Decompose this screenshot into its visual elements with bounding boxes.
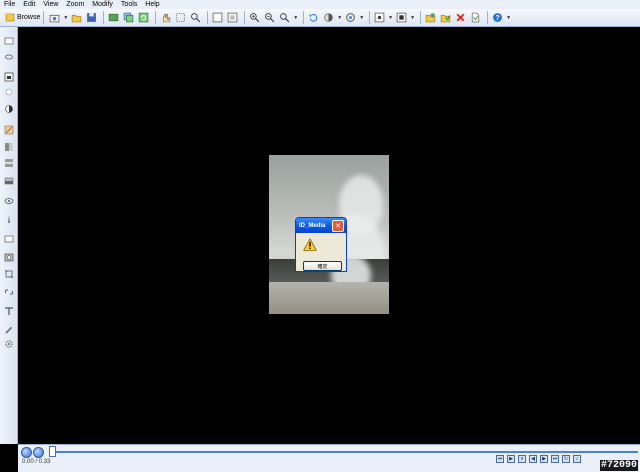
brush-tool-icon[interactable] bbox=[3, 124, 15, 136]
toolbar-separator bbox=[487, 11, 489, 24]
text-tool-icon[interactable] bbox=[3, 305, 15, 317]
menu-view[interactable]: View bbox=[39, 0, 62, 9]
play-icon[interactable]: ▶ bbox=[507, 455, 515, 463]
hand-icon[interactable] bbox=[159, 11, 172, 24]
close-icon[interactable]: ✕ bbox=[332, 220, 344, 232]
copy-icon[interactable] bbox=[122, 11, 135, 24]
transform-tool-icon[interactable] bbox=[3, 268, 15, 280]
save-icon[interactable] bbox=[85, 11, 98, 24]
refresh-icon[interactable] bbox=[137, 11, 150, 24]
svg-text:?: ? bbox=[495, 14, 499, 22]
frame-icon[interactable] bbox=[373, 11, 386, 24]
fill-tool-icon[interactable] bbox=[3, 141, 15, 153]
warning-icon bbox=[303, 238, 317, 251]
blur-tool-icon[interactable] bbox=[3, 195, 15, 207]
watermark: #72090 bbox=[599, 460, 638, 471]
prev-frame-icon[interactable]: ◀ bbox=[529, 455, 537, 463]
stamp-tool-icon[interactable] bbox=[3, 157, 15, 169]
zoom-dropdown-icon[interactable]: ▼ bbox=[293, 15, 298, 21]
capture-dropdown-icon[interactable]: ▼ bbox=[63, 15, 68, 21]
lasso-tool-icon[interactable] bbox=[3, 52, 15, 64]
toolbar-separator bbox=[303, 11, 305, 24]
message-dialog: ID_Media ✕ 確定 bbox=[295, 217, 347, 272]
shape-tool-icon[interactable] bbox=[3, 233, 15, 245]
filter-dropdown-icon[interactable]: ▼ bbox=[359, 15, 364, 21]
eraser-tool-icon[interactable] bbox=[3, 175, 15, 187]
crop-tool-icon[interactable] bbox=[3, 71, 15, 83]
dialog-title: ID_Media bbox=[299, 222, 326, 229]
main-toolbar: Browse ▼ ▼ ▼ ▼ ▼ ▼ ? ▼ bbox=[0, 9, 640, 27]
timeline-track[interactable] bbox=[54, 451, 638, 453]
properties-icon[interactable] bbox=[469, 11, 482, 24]
rotate-icon[interactable] bbox=[307, 11, 320, 24]
toolbar-separator bbox=[420, 11, 422, 24]
time-display: 0.00 / 0.33 bbox=[22, 459, 51, 465]
eyedropper-tool-icon[interactable] bbox=[3, 323, 15, 335]
adjust-dropdown-icon[interactable]: ▼ bbox=[337, 15, 342, 21]
help-dropdown-icon[interactable]: ▼ bbox=[506, 15, 511, 21]
menu-tools[interactable]: Tools bbox=[117, 0, 141, 9]
volume-icon[interactable]: ♪ bbox=[573, 455, 581, 463]
tool-strip bbox=[0, 27, 18, 444]
first-frame-icon[interactable]: ⏮ bbox=[496, 455, 504, 463]
stop-button[interactable] bbox=[33, 447, 44, 458]
open-folder-icon[interactable] bbox=[70, 11, 83, 24]
ok-button-label: 確定 bbox=[317, 263, 328, 270]
timeline-thumb[interactable] bbox=[49, 446, 56, 457]
browse-button[interactable]: Browse bbox=[2, 11, 45, 24]
browse-icon bbox=[5, 12, 15, 24]
slideshow-icon[interactable] bbox=[107, 11, 120, 24]
menu-help[interactable]: Help bbox=[141, 0, 163, 9]
ground bbox=[269, 282, 389, 314]
timeline-bar: 0.00 / 0.33 ⏮ ▶ ⏸ ◀ ▶ ⏭ ↻ ♪ #72090 bbox=[18, 444, 640, 472]
menu-edit[interactable]: Edit bbox=[19, 0, 39, 9]
menu-zoom[interactable]: Zoom bbox=[62, 0, 88, 9]
capture-icon[interactable] bbox=[48, 11, 61, 24]
pause-icon[interactable]: ⏸ bbox=[518, 455, 526, 463]
next-frame-icon[interactable]: ▶ bbox=[540, 455, 548, 463]
actual-size-icon[interactable] bbox=[226, 11, 239, 24]
select-icon[interactable] bbox=[174, 11, 187, 24]
effects-icon[interactable] bbox=[395, 11, 408, 24]
browse-label: Browse bbox=[17, 14, 41, 21]
camera-tool-icon[interactable] bbox=[3, 251, 15, 263]
toolbar-separator bbox=[207, 11, 209, 24]
settings-tool-icon[interactable] bbox=[3, 338, 15, 350]
menu-modify[interactable]: Modify bbox=[88, 0, 117, 9]
ok-button[interactable]: 確定 bbox=[303, 261, 342, 271]
edit-icon[interactable] bbox=[424, 11, 437, 24]
help-icon[interactable]: ? bbox=[491, 11, 504, 24]
filter-icon[interactable] bbox=[344, 11, 357, 24]
loop-icon[interactable]: ↻ bbox=[562, 455, 570, 463]
play-button[interactable] bbox=[21, 447, 32, 458]
zoom-in-icon[interactable] bbox=[248, 11, 261, 24]
color-tool-icon[interactable] bbox=[3, 86, 15, 98]
fit-icon[interactable] bbox=[211, 11, 224, 24]
frame-dropdown-icon[interactable]: ▼ bbox=[388, 15, 393, 21]
link-tool-icon[interactable] bbox=[3, 286, 15, 298]
zoom-out-icon[interactable] bbox=[263, 11, 276, 24]
zoom-icon[interactable] bbox=[278, 11, 291, 24]
select-tool-icon[interactable] bbox=[3, 35, 15, 47]
adjust-icon[interactable] bbox=[322, 11, 335, 24]
menu-bar: File Edit View Zoom Modify Tools Help bbox=[0, 0, 640, 9]
toolbar-separator bbox=[369, 11, 371, 24]
effects-dropdown-icon[interactable]: ▼ bbox=[410, 15, 415, 21]
last-frame-icon[interactable]: ⏭ bbox=[551, 455, 559, 463]
delete-icon[interactable] bbox=[454, 11, 467, 24]
menu-file[interactable]: File bbox=[0, 0, 19, 9]
contrast-tool-icon[interactable] bbox=[3, 103, 15, 115]
toolbar-separator bbox=[155, 11, 157, 24]
acquire-icon[interactable] bbox=[439, 11, 452, 24]
toolbar-separator bbox=[103, 11, 105, 24]
pencil-tool-icon[interactable] bbox=[3, 213, 15, 225]
toolbar-separator bbox=[244, 11, 246, 24]
magnifier-icon[interactable] bbox=[189, 11, 202, 24]
